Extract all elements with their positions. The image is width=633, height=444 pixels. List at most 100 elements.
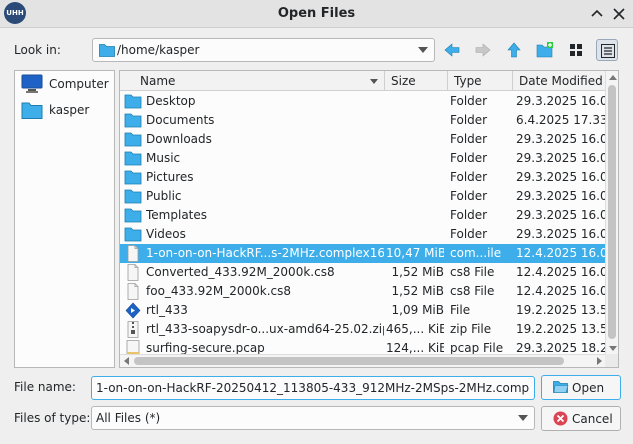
title-bar: UHH Open Files bbox=[0, 0, 633, 28]
file-name-cell: foo_433.92M_2000k.cs8 bbox=[146, 284, 292, 298]
place-label: Computer bbox=[49, 77, 109, 91]
cancel-icon bbox=[553, 411, 568, 429]
place-computer[interactable]: Computer bbox=[19, 73, 114, 97]
forward-button[interactable] bbox=[472, 39, 494, 61]
folder-icon bbox=[21, 101, 43, 122]
file-type-cell: cs8 File bbox=[450, 265, 495, 279]
file-icon bbox=[124, 283, 142, 300]
folder-icon bbox=[124, 226, 142, 243]
column-header-name[interactable]: Name bbox=[120, 71, 385, 91]
look-in-combo[interactable]: /home/kasper bbox=[92, 38, 435, 62]
horizontal-scrollbar[interactable] bbox=[120, 354, 606, 367]
file-row[interactable]: Templates Folder 29.3.2025 16.02 bbox=[120, 206, 606, 225]
files-of-type-combo[interactable]: All Files (*) bbox=[91, 406, 535, 430]
sort-descending-icon bbox=[370, 79, 378, 84]
window-title: Open Files bbox=[277, 6, 356, 21]
file-date-cell: 29.3.2025 16.02 bbox=[516, 132, 606, 146]
file-row[interactable]: foo_433.92M_2000k.cs8 1,52 MiB cs8 File 12.… bbox=[120, 282, 606, 301]
file-type-cell: Folder bbox=[450, 208, 488, 222]
icon-view-button[interactable] bbox=[565, 39, 587, 61]
file-date-cell: 29.3.2025 16.02 bbox=[516, 151, 606, 165]
file-row[interactable]: Documents Folder 6.4.2025 17.33 bbox=[120, 111, 606, 130]
file-row[interactable]: Music Folder 29.3.2025 16.02 bbox=[120, 149, 606, 168]
file-icon bbox=[124, 264, 142, 281]
file-row[interactable]: Public Folder 29.3.2025 16.02 bbox=[120, 187, 606, 206]
file-name-cell: rtl_433 bbox=[146, 303, 188, 317]
file-list-header: Name Size Type Date Modified bbox=[120, 71, 606, 91]
file-row[interactable]: Converted_433.92M_2000k.cs8 1,52 MiB cs8 F… bbox=[120, 263, 606, 282]
detail-view-button[interactable] bbox=[596, 39, 618, 61]
file-name-cell: Converted_433.92M_2000k.cs8 bbox=[146, 265, 335, 279]
file-name-cell: Desktop bbox=[146, 94, 196, 108]
file-name-field[interactable] bbox=[91, 376, 535, 400]
column-header-date[interactable]: Date Modified bbox=[513, 71, 606, 91]
close-icon[interactable] bbox=[611, 6, 627, 22]
file-date-cell: 12.4.2025 16.01 bbox=[516, 265, 606, 279]
file-list[interactable]: Name Size Type Date Modified Desktop Fold… bbox=[119, 70, 619, 368]
file-date-cell: 19.2.2025 13.54 bbox=[516, 303, 606, 317]
scroll-down-icon[interactable] bbox=[609, 346, 617, 351]
file-row[interactable]: 1-on-on-on-HackRF...s-2MHz.complex16s 10,… bbox=[120, 244, 606, 263]
file-type-cell: Folder bbox=[450, 132, 488, 146]
file-row[interactable]: Downloads Folder 29.3.2025 16.02 bbox=[120, 130, 606, 149]
scrollbar-thumb[interactable] bbox=[134, 357, 564, 365]
file-type-cell: cs8 File bbox=[450, 284, 495, 298]
file-name-label: File name: bbox=[14, 380, 76, 394]
archive-icon bbox=[124, 321, 142, 338]
folder-icon bbox=[99, 43, 115, 60]
back-button[interactable] bbox=[441, 39, 463, 61]
file-row[interactable]: Desktop Folder 29.3.2025 16.02 bbox=[120, 92, 606, 111]
file-date-cell: 6.4.2025 17.33 bbox=[516, 113, 606, 127]
scrollbar-thumb[interactable] bbox=[608, 85, 616, 339]
vertical-scrollbar[interactable] bbox=[605, 71, 618, 355]
file-type-cell: Folder bbox=[450, 227, 488, 241]
file-date-cell: 19.2.2025 13.54 bbox=[516, 322, 606, 336]
file-name-cell: Documents bbox=[146, 113, 215, 127]
folder-open-icon bbox=[553, 380, 569, 397]
file-size-cell: 10,47 MiB bbox=[386, 246, 444, 260]
new-folder-button[interactable] bbox=[534, 39, 556, 61]
file-type-cell: Folder bbox=[450, 189, 488, 203]
column-header-label: Type bbox=[454, 74, 482, 88]
files-of-type-value: All Files (*) bbox=[96, 411, 161, 425]
column-header-label: Size bbox=[391, 74, 416, 88]
file-row[interactable]: Pictures Folder 29.3.2025 16.02 bbox=[120, 168, 606, 187]
folder-icon bbox=[124, 169, 142, 186]
file-name-cell: Downloads bbox=[146, 132, 212, 146]
file-name-cell: Music bbox=[146, 151, 181, 165]
scroll-left-icon[interactable] bbox=[124, 357, 129, 365]
column-header-size[interactable]: Size bbox=[385, 71, 448, 91]
file-date-cell: 29.3.2025 16.02 bbox=[516, 227, 606, 241]
places-sidebar: Computer kasper bbox=[14, 70, 115, 368]
parent-folder-button[interactable] bbox=[503, 39, 525, 61]
chevron-down-icon bbox=[418, 47, 428, 53]
file-date-cell: 29.3.2025 16.02 bbox=[516, 189, 606, 203]
file-type-cell: Folder bbox=[450, 113, 488, 127]
file-date-cell: 29.3.2025 16.02 bbox=[516, 170, 606, 184]
scroll-right-icon[interactable] bbox=[597, 357, 602, 365]
executable-icon bbox=[124, 302, 142, 319]
file-row[interactable]: rtl_433 1,09 MiB File 19.2.2025 13.54 bbox=[120, 301, 606, 320]
file-row[interactable]: Videos Folder 29.3.2025 16.02 bbox=[120, 225, 606, 244]
column-header-label: Date Modified bbox=[519, 74, 603, 88]
minimize-chevron-icon[interactable] bbox=[589, 6, 605, 22]
cancel-button[interactable]: Cancel bbox=[541, 406, 621, 431]
column-header-type[interactable]: Type bbox=[448, 71, 513, 91]
file-type-cell: Folder bbox=[450, 170, 488, 184]
file-name-cell: Videos bbox=[146, 227, 186, 241]
place-kasper[interactable]: kasper bbox=[19, 99, 114, 123]
files-of-type-label: Files of type: bbox=[14, 411, 91, 425]
file-size-cell: 1,09 MiB bbox=[391, 303, 444, 317]
file-name-cell: Public bbox=[146, 189, 182, 203]
file-row[interactable]: rtl_433-soapysdr-o...ux-amd64-25.02.zip 4… bbox=[120, 320, 606, 339]
file-size-cell: 465,... KiB bbox=[386, 322, 444, 336]
file-size-cell: 1,52 MiB bbox=[391, 284, 444, 298]
file-name-cell: rtl_433-soapysdr-o...ux-amd64-25.02.zip bbox=[146, 322, 384, 336]
file-name-input[interactable] bbox=[92, 377, 534, 399]
file-type-cell: Folder bbox=[450, 94, 488, 108]
file-date-cell: 29.3.2025 16.02 bbox=[516, 94, 606, 108]
open-button[interactable]: Open bbox=[541, 375, 621, 400]
file-type-cell: com...ile bbox=[450, 246, 502, 260]
folder-icon bbox=[124, 112, 142, 129]
scroll-up-icon[interactable] bbox=[609, 75, 617, 80]
